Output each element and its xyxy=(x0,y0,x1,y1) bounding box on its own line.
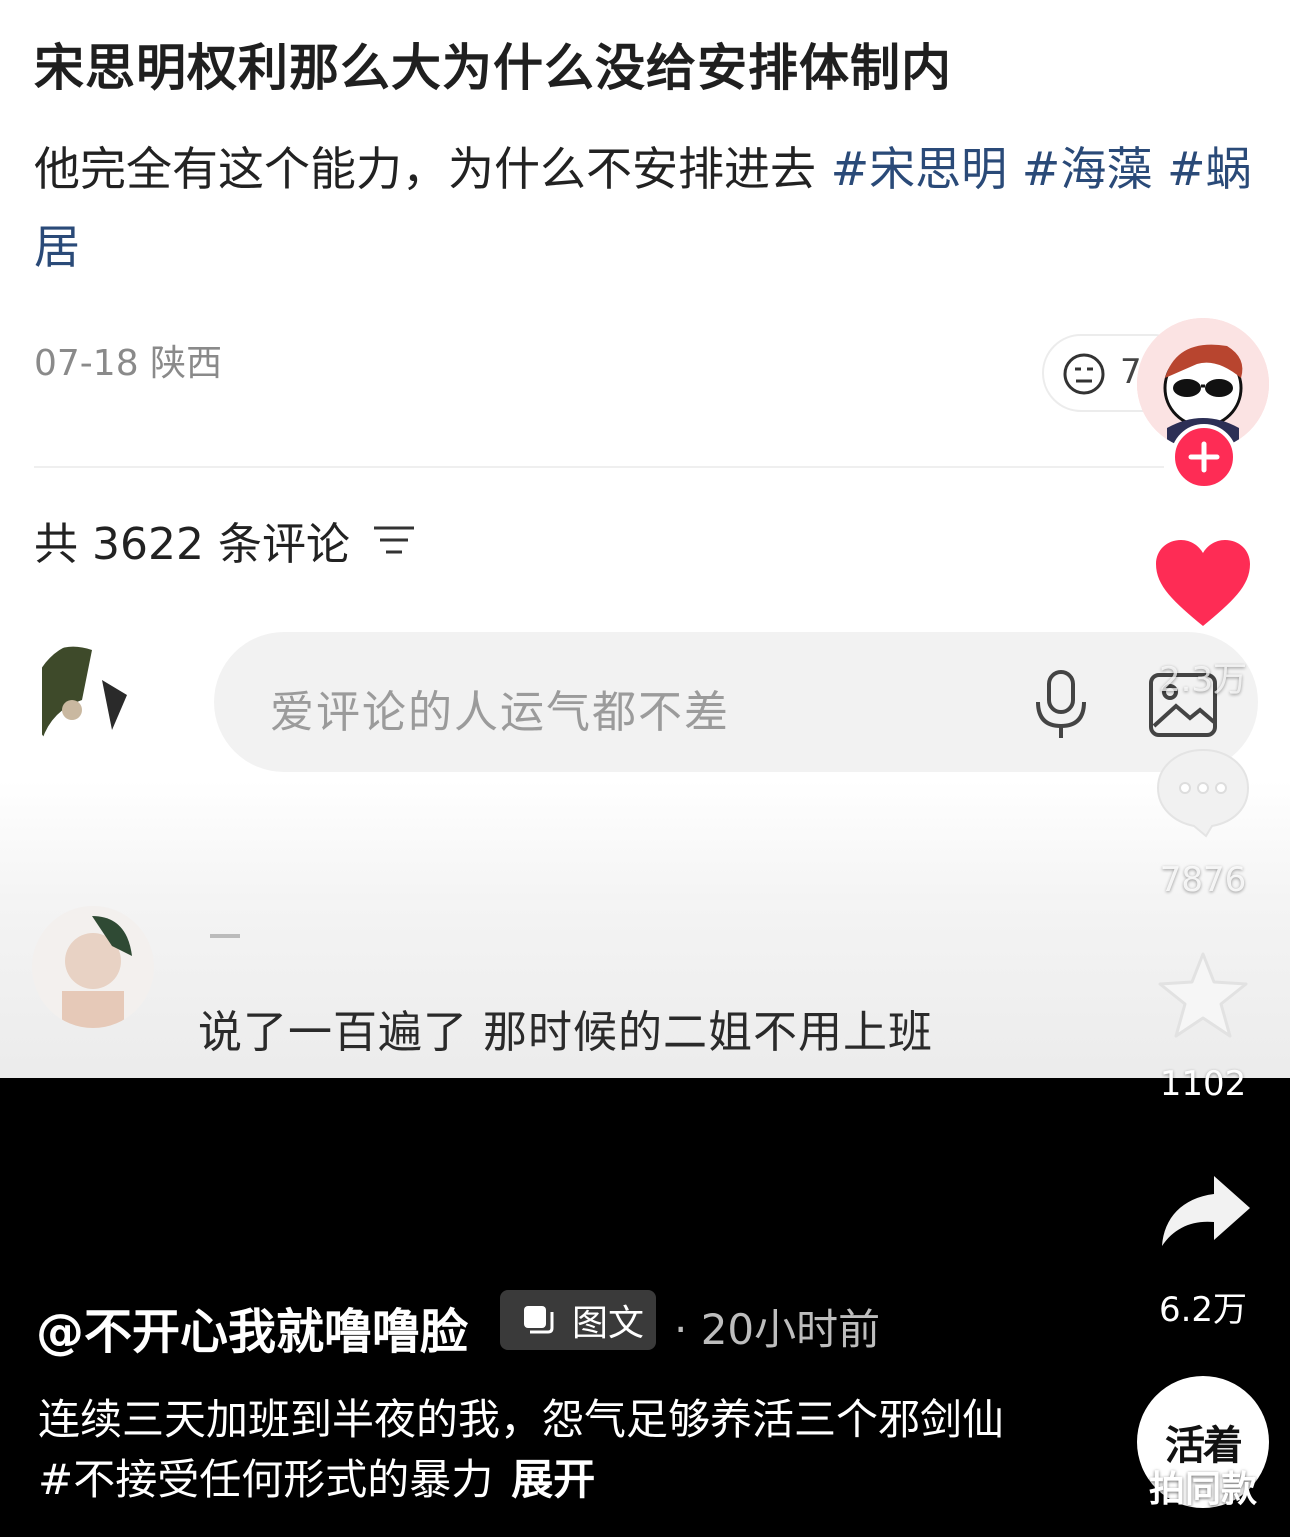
comment-text: 说了一百遍了 那时候的二姐不用上班 xyxy=(198,1007,933,1058)
commenter-avatar-image xyxy=(32,906,154,1028)
expand-link[interactable]: 展开 xyxy=(511,1455,595,1504)
caption: 连续三天加班到半夜的我，怨气足够养活三个邪剑仙#不接受任何形式的暴力 展开 xyxy=(38,1390,1018,1510)
comment-count-rail: 7876 xyxy=(1159,860,1247,900)
microphone-icon[interactable] xyxy=(1032,670,1090,740)
type-badge-label: 图文 xyxy=(572,1303,645,1344)
post-title: 宋思明权利那么大为什么没给安排体制内 xyxy=(34,39,952,97)
heart-icon[interactable] xyxy=(1154,538,1252,628)
follow-button[interactable] xyxy=(1171,424,1237,490)
hashtag-1[interactable]: #宋思明 xyxy=(831,142,1008,196)
post-location: 陕西 xyxy=(150,343,223,384)
avatar[interactable] xyxy=(32,640,154,762)
divider xyxy=(34,466,1164,468)
comment-input-placeholder: 爱评论的人运气都不差 xyxy=(270,687,730,738)
share-count: 6.2万 xyxy=(1158,1290,1248,1330)
post-time: · 20小时前 xyxy=(674,1305,881,1354)
gallery-icon xyxy=(524,1306,554,1334)
comment-input[interactable]: 爱评论的人运气都不差 xyxy=(214,632,1258,772)
post-date: 07-18 xyxy=(34,343,139,384)
like-count: 2.3万 xyxy=(1158,660,1248,700)
share-icon[interactable] xyxy=(1158,1172,1252,1248)
commenter-avatar[interactable] xyxy=(32,906,154,1028)
author-name[interactable]: @不开心我就噜噜脸 xyxy=(36,1292,468,1362)
post-body: 他完全有这个能力，为什么不安排进去 #宋思明 #海藻 #蜗居 xyxy=(34,130,1254,286)
same-style-button[interactable]: 拍同款 xyxy=(1140,1460,1266,1512)
neutral-face-icon xyxy=(1063,353,1105,395)
commenter-name-placeholder xyxy=(210,934,240,938)
post-body-text: 他完全有这个能力，为什么不安排进去 xyxy=(34,142,816,196)
comment-count-header: 共 3622 条评论 xyxy=(34,508,416,572)
sort-icon[interactable] xyxy=(372,520,416,560)
avatar-image xyxy=(32,640,154,762)
post-screenshot: 宋思明权利那么大为什么没给安排体制内 他完全有这个能力，为什么不安排进去 #宋思… xyxy=(0,0,1290,1078)
favorite-count: 1102 xyxy=(1159,1064,1247,1104)
comment-icon[interactable] xyxy=(1154,746,1252,838)
type-badge: 图文 xyxy=(500,1290,656,1350)
plus-icon xyxy=(1188,441,1220,473)
star-icon[interactable] xyxy=(1156,950,1250,1040)
comment-count: 共 3622 条评论 xyxy=(34,519,350,570)
post-meta: 07-18 陕西 xyxy=(34,334,222,386)
hashtag-2[interactable]: #海藻 xyxy=(1022,142,1153,196)
